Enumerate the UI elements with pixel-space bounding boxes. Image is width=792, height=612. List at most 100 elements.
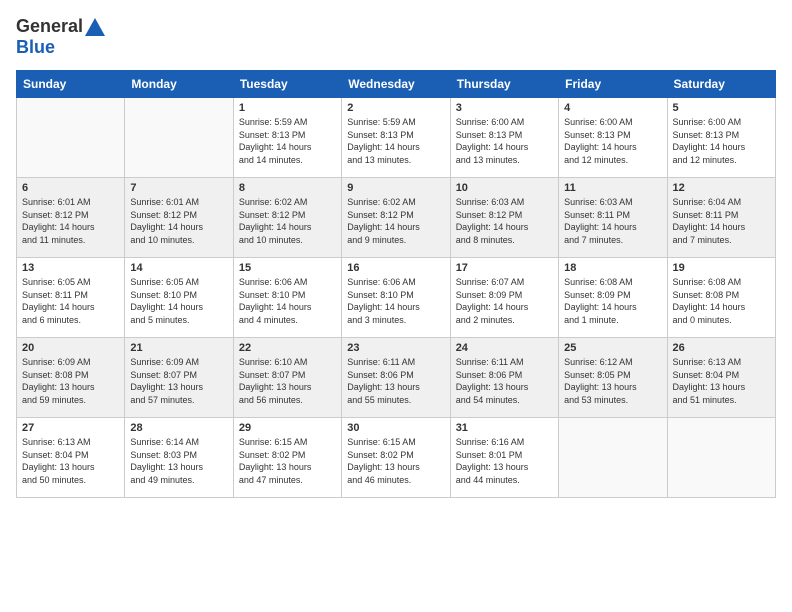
day-info: Sunrise: 6:10 AM Sunset: 8:07 PM Dayligh… xyxy=(239,356,336,406)
calendar-day-cell: 10 Sunrise: 6:03 AM Sunset: 8:12 PM Dayli… xyxy=(450,178,558,258)
weekday-header-friday: Friday xyxy=(559,71,667,98)
calendar-day-cell: 8 Sunrise: 6:02 AM Sunset: 8:12 PM Daylig… xyxy=(233,178,341,258)
day-info: Sunrise: 6:11 AM Sunset: 8:06 PM Dayligh… xyxy=(347,356,444,406)
day-number: 12 xyxy=(673,182,770,194)
day-info: Sunrise: 6:05 AM Sunset: 8:11 PM Dayligh… xyxy=(22,276,119,326)
calendar-day-cell: 22 Sunrise: 6:10 AM Sunset: 8:07 PM Dayli… xyxy=(233,338,341,418)
calendar-day-cell: 28 Sunrise: 6:14 AM Sunset: 8:03 PM Dayli… xyxy=(125,418,233,498)
day-info: Sunrise: 6:07 AM Sunset: 8:09 PM Dayligh… xyxy=(456,276,553,326)
calendar-day-cell: 12 Sunrise: 6:04 AM Sunset: 8:11 PM Dayli… xyxy=(667,178,775,258)
day-info: Sunrise: 6:00 AM Sunset: 8:13 PM Dayligh… xyxy=(673,116,770,166)
day-number: 23 xyxy=(347,342,444,354)
weekday-header-thursday: Thursday xyxy=(450,71,558,98)
calendar-day-cell: 7 Sunrise: 6:01 AM Sunset: 8:12 PM Daylig… xyxy=(125,178,233,258)
day-number: 1 xyxy=(239,102,336,114)
day-info: Sunrise: 6:13 AM Sunset: 8:04 PM Dayligh… xyxy=(673,356,770,406)
day-info: Sunrise: 6:12 AM Sunset: 8:05 PM Dayligh… xyxy=(564,356,661,406)
day-number: 9 xyxy=(347,182,444,194)
day-number: 21 xyxy=(130,342,227,354)
logo-blue-text: Blue xyxy=(16,37,55,57)
calendar-week-row: 20Sunrise: 6:09 AM Sunset: 8:08 PM Dayli… xyxy=(17,338,776,418)
calendar-day-cell: 20Sunrise: 6:09 AM Sunset: 8:08 PM Dayli… xyxy=(17,338,125,418)
day-number: 30 xyxy=(347,422,444,434)
logo: General Blue xyxy=(16,16,105,58)
calendar-day-cell: 2Sunrise: 5:59 AM Sunset: 8:13 PM Daylig… xyxy=(342,98,450,178)
calendar-day-cell: 23 Sunrise: 6:11 AM Sunset: 8:06 PM Dayli… xyxy=(342,338,450,418)
calendar-day-cell: 9 Sunrise: 6:02 AM Sunset: 8:12 PM Daylig… xyxy=(342,178,450,258)
day-number: 2 xyxy=(347,102,444,114)
day-number: 14 xyxy=(130,262,227,274)
calendar-day-cell: 4 Sunrise: 6:00 AM Sunset: 8:13 PM Daylig… xyxy=(559,98,667,178)
calendar-day-cell: 19 Sunrise: 6:08 AM Sunset: 8:08 PM Dayli… xyxy=(667,258,775,338)
day-number: 8 xyxy=(239,182,336,194)
calendar-day-cell: 17 Sunrise: 6:07 AM Sunset: 8:09 PM Dayli… xyxy=(450,258,558,338)
day-info: Sunrise: 6:08 AM Sunset: 8:09 PM Dayligh… xyxy=(564,276,661,326)
calendar-day-cell xyxy=(667,418,775,498)
calendar-day-cell: 3Sunrise: 6:00 AM Sunset: 8:13 PM Daylig… xyxy=(450,98,558,178)
day-info: Sunrise: 6:04 AM Sunset: 8:11 PM Dayligh… xyxy=(673,196,770,246)
calendar-week-row: 27Sunrise: 6:13 AM Sunset: 8:04 PM Dayli… xyxy=(17,418,776,498)
weekday-header-monday: Monday xyxy=(125,71,233,98)
day-info: Sunrise: 6:05 AM Sunset: 8:10 PM Dayligh… xyxy=(130,276,227,326)
day-number: 18 xyxy=(564,262,661,274)
day-number: 7 xyxy=(130,182,227,194)
calendar-day-cell xyxy=(125,98,233,178)
day-number: 10 xyxy=(456,182,553,194)
calendar-day-cell: 15Sunrise: 6:06 AM Sunset: 8:10 PM Dayli… xyxy=(233,258,341,338)
day-info: Sunrise: 6:14 AM Sunset: 8:03 PM Dayligh… xyxy=(130,436,227,486)
day-info: Sunrise: 6:03 AM Sunset: 8:12 PM Dayligh… xyxy=(456,196,553,246)
day-info: Sunrise: 6:01 AM Sunset: 8:12 PM Dayligh… xyxy=(22,196,119,246)
day-number: 16 xyxy=(347,262,444,274)
calendar-week-row: 1 Sunrise: 5:59 AM Sunset: 8:13 PM Daylig… xyxy=(17,98,776,178)
weekday-header-tuesday: Tuesday xyxy=(233,71,341,98)
calendar-day-cell: 16 Sunrise: 6:06 AM Sunset: 8:10 PM Dayli… xyxy=(342,258,450,338)
day-info: Sunrise: 6:09 AM Sunset: 8:07 PM Dayligh… xyxy=(130,356,227,406)
calendar-week-row: 13Sunrise: 6:05 AM Sunset: 8:11 PM Dayli… xyxy=(17,258,776,338)
calendar-table: SundayMondayTuesdayWednesdayThursdayFrid… xyxy=(16,70,776,498)
calendar-day-cell xyxy=(559,418,667,498)
day-number: 20 xyxy=(22,342,119,354)
day-info: Sunrise: 6:06 AM Sunset: 8:10 PM Dayligh… xyxy=(239,276,336,326)
calendar-day-cell: 13Sunrise: 6:05 AM Sunset: 8:11 PM Dayli… xyxy=(17,258,125,338)
calendar-day-cell: 29Sunrise: 6:15 AM Sunset: 8:02 PM Dayli… xyxy=(233,418,341,498)
page-header: General Blue xyxy=(16,16,776,58)
day-number: 22 xyxy=(239,342,336,354)
day-info: Sunrise: 6:16 AM Sunset: 8:01 PM Dayligh… xyxy=(456,436,553,486)
calendar-day-cell: 6 Sunrise: 6:01 AM Sunset: 8:12 PM Daylig… xyxy=(17,178,125,258)
calendar-day-cell: 1 Sunrise: 5:59 AM Sunset: 8:13 PM Daylig… xyxy=(233,98,341,178)
day-info: Sunrise: 6:06 AM Sunset: 8:10 PM Dayligh… xyxy=(347,276,444,326)
day-number: 4 xyxy=(564,102,661,114)
weekday-header-row: SundayMondayTuesdayWednesdayThursdayFrid… xyxy=(17,71,776,98)
day-info: Sunrise: 6:02 AM Sunset: 8:12 PM Dayligh… xyxy=(347,196,444,246)
day-number: 17 xyxy=(456,262,553,274)
day-number: 5 xyxy=(673,102,770,114)
day-info: Sunrise: 6:11 AM Sunset: 8:06 PM Dayligh… xyxy=(456,356,553,406)
day-info: Sunrise: 6:00 AM Sunset: 8:13 PM Dayligh… xyxy=(564,116,661,166)
day-number: 25 xyxy=(564,342,661,354)
logo-icon xyxy=(85,18,105,36)
calendar-day-cell: 25 Sunrise: 6:12 AM Sunset: 8:05 PM Dayli… xyxy=(559,338,667,418)
day-number: 28 xyxy=(130,422,227,434)
calendar-day-cell: 30Sunrise: 6:15 AM Sunset: 8:02 PM Dayli… xyxy=(342,418,450,498)
calendar-week-row: 6 Sunrise: 6:01 AM Sunset: 8:12 PM Daylig… xyxy=(17,178,776,258)
day-info: Sunrise: 5:59 AM Sunset: 8:13 PM Dayligh… xyxy=(239,116,336,166)
day-number: 19 xyxy=(673,262,770,274)
day-number: 24 xyxy=(456,342,553,354)
weekday-header-wednesday: Wednesday xyxy=(342,71,450,98)
day-info: Sunrise: 6:02 AM Sunset: 8:12 PM Dayligh… xyxy=(239,196,336,246)
day-info: Sunrise: 6:08 AM Sunset: 8:08 PM Dayligh… xyxy=(673,276,770,326)
day-number: 31 xyxy=(456,422,553,434)
calendar-day-cell: 18 Sunrise: 6:08 AM Sunset: 8:09 PM Dayli… xyxy=(559,258,667,338)
weekday-header-sunday: Sunday xyxy=(17,71,125,98)
day-info: Sunrise: 6:01 AM Sunset: 8:12 PM Dayligh… xyxy=(130,196,227,246)
logo-general-text: General xyxy=(16,16,83,37)
day-number: 11 xyxy=(564,182,661,194)
calendar-day-cell: 21 Sunrise: 6:09 AM Sunset: 8:07 PM Dayli… xyxy=(125,338,233,418)
day-number: 29 xyxy=(239,422,336,434)
day-number: 27 xyxy=(22,422,119,434)
calendar-day-cell: 24 Sunrise: 6:11 AM Sunset: 8:06 PM Dayli… xyxy=(450,338,558,418)
day-number: 6 xyxy=(22,182,119,194)
day-number: 3 xyxy=(456,102,553,114)
calendar-day-cell: 31 Sunrise: 6:16 AM Sunset: 8:01 PM Dayli… xyxy=(450,418,558,498)
day-number: 26 xyxy=(673,342,770,354)
